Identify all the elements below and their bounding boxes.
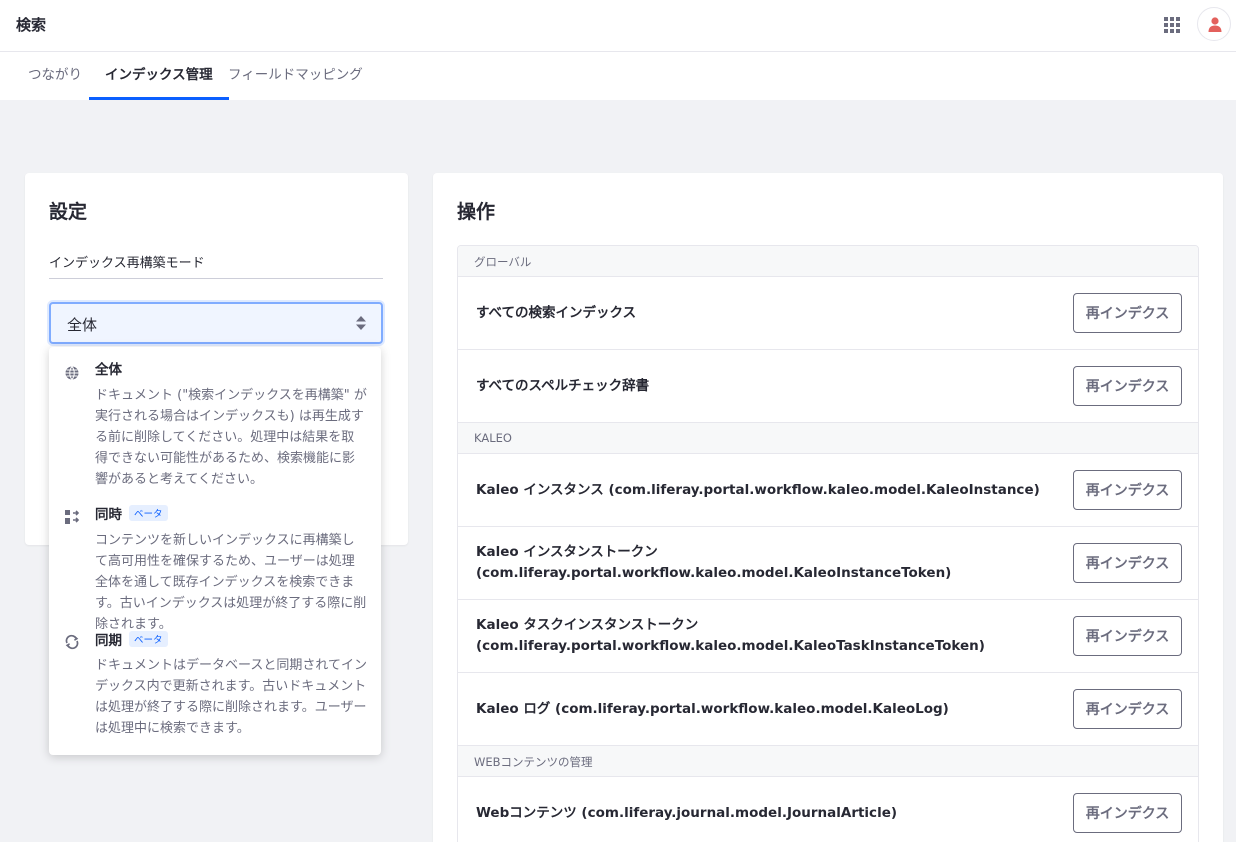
option-description: コンテンツを新しいインデックスに再構築して高可用性を確保するため、ユーザーは処理… xyxy=(95,533,367,632)
operation-row: Kaleo インスタンス (com.liferay.portal.workflo… xyxy=(458,454,1198,527)
group-heading-text: WEBコンテンツの管理 xyxy=(474,755,593,769)
user-avatar-button[interactable] xyxy=(1197,7,1231,41)
group-heading-web-content: WEBコンテンツの管理 xyxy=(458,746,1198,777)
sync-icon xyxy=(64,634,80,650)
option-concurrent[interactable]: 同時 ベータ コンテンツを新しいインデックスに再構築して高可用性を確保するため、ユ… xyxy=(49,497,381,632)
group-heading-global: グローバル xyxy=(458,246,1198,277)
operations-panel: グローバル すべての検索インデックス 再インデクス すべてのスペルチェック辞書 … xyxy=(457,245,1199,842)
option-title: 全体 xyxy=(95,362,122,378)
option-description: ドキュメント ("検索インデックスを再構築" が実行される場合はインデックスも)… xyxy=(95,388,367,487)
operation-label: すべてのスペルチェック辞書 xyxy=(476,377,650,394)
operation-row: Kaleo ログ (com.liferay.portal.workflow.ka… xyxy=(458,673,1198,746)
operation-row: Kaleo インスタンストークン (com.liferay.portal.wor… xyxy=(458,527,1198,600)
reindex-mode-select[interactable]: 全体 xyxy=(49,302,383,344)
reindex-button[interactable]: 再インデクス xyxy=(1073,793,1182,833)
reindex-button[interactable]: 再インデクス xyxy=(1073,689,1182,729)
operation-label: Kaleo タスクインスタンストークン (com.liferay.portal.… xyxy=(476,617,985,654)
option-title-text: 同期 xyxy=(95,633,122,649)
select-caret-icon xyxy=(355,315,367,335)
reindex-button[interactable]: 再インデクス xyxy=(1073,470,1182,510)
tab-index-actions[interactable]: インデックス管理 xyxy=(89,52,229,100)
group-heading-kaleo: KALEO xyxy=(458,423,1198,454)
group-heading-text: グローバル xyxy=(474,255,532,269)
operation-label: Kaleo ログ (com.liferay.portal.workflow.ka… xyxy=(476,700,949,717)
globe-icon xyxy=(64,365,80,381)
option-description: ドキュメントはデータベースと同期されてインデックス内で更新されます。古いドキュメ… xyxy=(95,658,367,736)
reindex-button[interactable]: 再インデクス xyxy=(1073,293,1182,333)
operation-label: Webコンテンツ (com.liferay.journal.model.Jour… xyxy=(476,804,898,821)
reindex-button[interactable]: 再インデクス xyxy=(1073,616,1182,656)
selected-mode: 全体 xyxy=(67,316,98,334)
reindex-button[interactable]: 再インデクス xyxy=(1073,366,1182,406)
operation-label: Kaleo インスタンス (com.liferay.portal.workflo… xyxy=(476,481,1040,498)
operation-row: Kaleo タスクインスタンストークン (com.liferay.portal.… xyxy=(458,600,1198,673)
field-divider xyxy=(49,278,383,279)
tab-connections[interactable]: つながり xyxy=(12,52,98,100)
beta-badge: ベータ xyxy=(129,505,168,521)
operation-row: Webコンテンツ (com.liferay.journal.model.Jour… xyxy=(458,777,1198,842)
beta-badge: ベータ xyxy=(129,631,168,647)
tab-field-mappings[interactable]: フィールドマッピング xyxy=(212,52,379,100)
option-sync[interactable]: 同期 ベータ ドキュメントはデータベースと同期されてインデックス内で更新されます。… xyxy=(49,625,381,755)
concurrent-icon xyxy=(64,509,80,525)
group-heading-text: KALEO xyxy=(474,431,512,445)
option-full[interactable]: 全体 ドキュメント ("検索インデックスを再構築" が実行される場合はインデック… xyxy=(49,347,381,497)
operation-row: すべての検索インデックス 再インデクス xyxy=(458,277,1198,350)
top-bar: 検索 xyxy=(0,0,1236,52)
option-title: 同期 ベータ xyxy=(95,629,168,649)
apps-grid-icon[interactable] xyxy=(1163,16,1181,34)
operation-row: すべてのスペルチェック辞書 再インデクス xyxy=(458,350,1198,423)
reindex-mode-label: インデックス再構築モード xyxy=(49,256,205,271)
reindex-button[interactable]: 再インデクス xyxy=(1073,543,1182,583)
operations-card: 操作 グローバル すべての検索インデックス 再インデクス すべてのスペルチェック… xyxy=(433,173,1223,842)
settings-title: 設定 xyxy=(49,201,88,223)
page-title: 検索 xyxy=(16,16,47,34)
operations-title: 操作 xyxy=(457,201,496,223)
option-title: 同時 ベータ xyxy=(95,503,168,523)
user-icon xyxy=(1208,17,1222,32)
operation-label: Kaleo インスタンストークン (com.liferay.portal.wor… xyxy=(476,544,952,581)
reindex-mode-dropdown: 全体 ドキュメント ("検索インデックスを再構築" が実行される場合はインデック… xyxy=(49,347,381,755)
option-title-text: 同時 xyxy=(95,507,122,523)
operation-label: すべての検索インデックス xyxy=(476,304,637,321)
tab-bar: つながり インデックス管理 フィールドマッピング xyxy=(0,52,1236,100)
